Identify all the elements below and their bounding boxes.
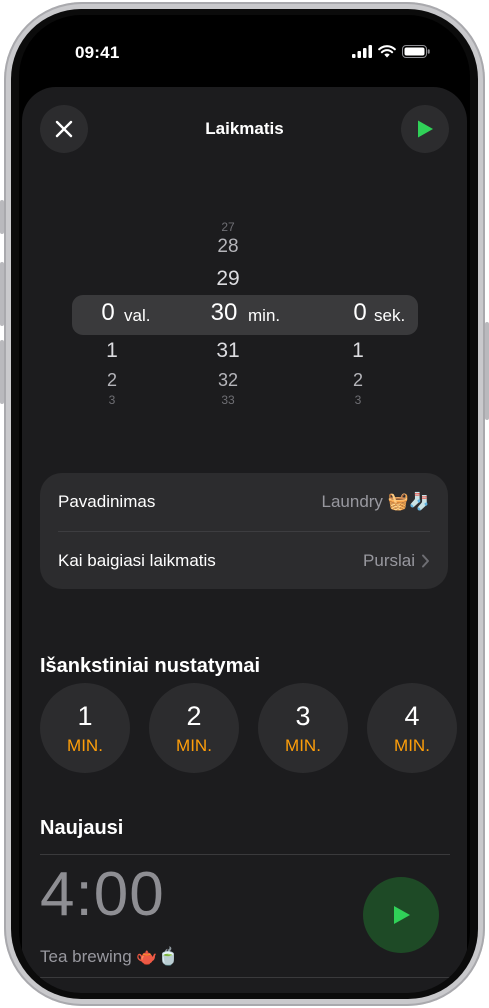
recent-timer-duration: 4:00 bbox=[40, 860, 165, 929]
preset-button[interactable]: 2 MIN. bbox=[149, 683, 239, 773]
volume-up-button bbox=[0, 262, 4, 326]
picker-second-option[interactable]: 1 bbox=[346, 339, 370, 363]
name-label: Pavadinimas bbox=[58, 492, 156, 511]
picker-minute-option[interactable]: 27 bbox=[200, 220, 256, 234]
recents-divider bbox=[40, 854, 450, 855]
preset-button[interactable]: 1 MIN. bbox=[40, 683, 130, 773]
recent-timer-play-button[interactable] bbox=[363, 877, 439, 953]
preset-unit: MIN. bbox=[394, 736, 430, 755]
preset-number: 1 bbox=[77, 701, 93, 731]
recent-timer-label: Tea brewing 🫖🍵 bbox=[40, 947, 179, 966]
picker-second-option[interactable]: 3 bbox=[346, 393, 370, 407]
battery-icon bbox=[402, 45, 430, 58]
status-time: 09:41 bbox=[75, 43, 120, 62]
preset-unit: MIN. bbox=[67, 736, 103, 755]
preset-number: 2 bbox=[186, 701, 202, 731]
preset-unit: MIN. bbox=[176, 736, 212, 755]
picker-minute-option[interactable]: 28 bbox=[200, 236, 256, 258]
preset-number: 3 bbox=[295, 701, 311, 731]
preset-unit: MIN. bbox=[285, 736, 321, 755]
wifi-icon bbox=[378, 45, 396, 58]
when-timer-ends-value: Purslai bbox=[363, 551, 415, 570]
recents-bottom-divider bbox=[40, 977, 450, 978]
start-button[interactable] bbox=[401, 105, 449, 153]
picker-minute-option[interactable]: 32 bbox=[200, 370, 256, 391]
picker-minute-selected[interactable]: 30 bbox=[206, 299, 242, 327]
recents-title: Naujausi bbox=[40, 817, 124, 839]
when-timer-ends-row[interactable]: Kai baigiasi laikmatis Purslai bbox=[40, 532, 448, 590]
picker-hour-option[interactable]: 1 bbox=[100, 339, 124, 363]
when-timer-ends-label: Kai baigiasi laikmatis bbox=[58, 551, 216, 570]
when-timer-ends-value-group: Purslai bbox=[363, 551, 430, 571]
presets-title: Išankstiniai nustatymai bbox=[40, 655, 261, 677]
screen: 09:41 Laikmatis 27 28 29 0 val. 30 min. … bbox=[19, 15, 470, 993]
mute-switch bbox=[0, 200, 4, 234]
picker-hour-option[interactable]: 3 bbox=[100, 393, 124, 407]
picker-second-unit: sek. bbox=[374, 306, 406, 325]
preset-number: 4 bbox=[404, 701, 420, 731]
picker-hour-unit: val. bbox=[124, 306, 151, 325]
volume-down-button bbox=[0, 340, 4, 404]
play-icon bbox=[394, 906, 410, 924]
picker-minute-option[interactable]: 31 bbox=[200, 339, 256, 363]
preset-button[interactable]: 3 MIN. bbox=[258, 683, 348, 773]
picker-minute-unit: min. bbox=[248, 306, 281, 325]
name-value: Laundry 🧺🧦 bbox=[321, 492, 431, 511]
name-row[interactable]: Pavadinimas Laundry 🧺🧦 bbox=[40, 473, 448, 531]
picker-hour-selected[interactable]: 0 bbox=[96, 299, 120, 327]
picker-minute-option[interactable]: 33 bbox=[200, 393, 256, 407]
chevron-right-icon bbox=[422, 554, 429, 568]
picker-second-option[interactable]: 2 bbox=[346, 370, 370, 391]
side-button bbox=[485, 322, 489, 420]
status-icons bbox=[352, 45, 430, 58]
picker-minute-option[interactable]: 29 bbox=[200, 267, 256, 291]
timer-settings-card: Pavadinimas Laundry 🧺🧦 Kai baigiasi laik… bbox=[40, 473, 448, 589]
cellular-signal-icon bbox=[352, 45, 372, 58]
timer-sheet: Laikmatis 27 28 29 0 val. 30 min. 0 sek.… bbox=[22, 87, 467, 993]
preset-button[interactable]: 4 MIN. bbox=[367, 683, 457, 773]
play-icon bbox=[418, 120, 433, 138]
picker-hour-option[interactable]: 2 bbox=[100, 370, 124, 391]
picker-second-selected[interactable]: 0 bbox=[348, 299, 372, 327]
